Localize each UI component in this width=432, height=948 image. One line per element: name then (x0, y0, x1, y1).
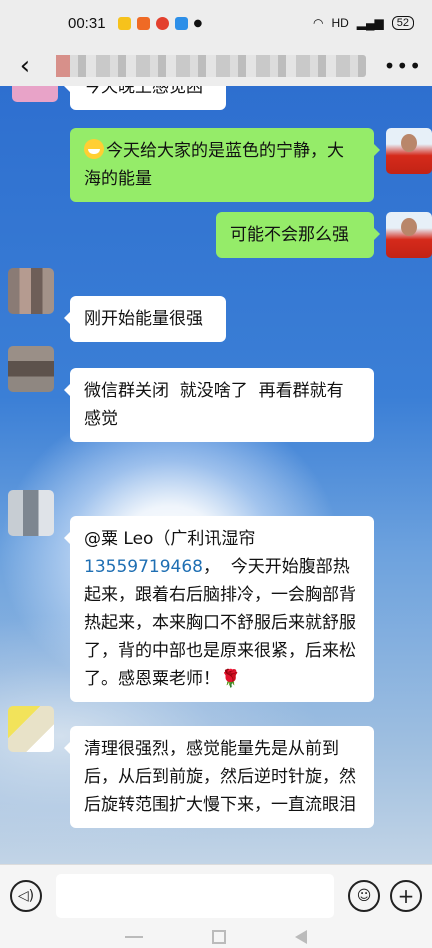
menu-nav-icon[interactable] (124, 936, 143, 938)
message-input-bar: ◁) ☺ + (0, 864, 432, 926)
message-text: 今天给大家的是蓝色的宁静，大海的能量 (84, 141, 344, 189)
more-options-button[interactable]: ••• (384, 54, 422, 78)
plus-icon[interactable]: + (390, 879, 422, 912)
sender-avatar[interactable] (8, 706, 54, 752)
wifi-icon: ◠ (312, 16, 324, 30)
star-app-icon (117, 16, 131, 30)
grinning-face-icon (84, 139, 104, 159)
battery-level: 52 (391, 16, 414, 30)
status-notification-icons: ● (117, 16, 203, 30)
back-nav-icon[interactable] (295, 930, 308, 944)
phone-number-link[interactable]: 13559719468 (84, 557, 203, 577)
status-right: ◠ HD ▂▄▆ 52 (313, 16, 414, 30)
system-nav-bar (0, 926, 432, 948)
self-avatar[interactable] (386, 212, 432, 258)
chat-message-list[interactable]: 今天晚上感觉困 今天给大家的是蓝色的宁静，大海的能量 可能不会那么强 刚开始能量… (0, 86, 432, 864)
mention-text[interactable]: @粟 Leo（广利讯湿帘 (84, 529, 255, 549)
message-bubble[interactable]: 可能不会那么强 (216, 212, 380, 258)
sender-avatar[interactable] (8, 346, 54, 392)
message-bubble[interactable]: 微信群关闭 就没啥了 再看群就有感觉 (64, 368, 374, 442)
message-bubble[interactable]: @粟 Leo（广利讯湿帘 13559719468， 今天开始腹部热起来，跟着右后… (64, 516, 374, 702)
news-app-icon (136, 16, 150, 30)
sender-avatar[interactable] (12, 86, 58, 102)
self-avatar[interactable] (386, 128, 432, 174)
sender-avatar[interactable] (8, 268, 54, 314)
signal-icon: ▂▄▆ (356, 16, 384, 30)
smiley-icon[interactable]: ☺ (348, 879, 380, 912)
network-type: HD (331, 16, 349, 30)
message-bubble[interactable]: 今天晚上感觉困 (64, 86, 226, 110)
chat-title-bar: ‹ ••• (0, 46, 432, 86)
rose-icon: 🌹 (220, 669, 242, 689)
home-nav-icon[interactable] (211, 930, 226, 944)
chat-title-blurred (56, 55, 366, 77)
message-bubble[interactable]: 今天给大家的是蓝色的宁静，大海的能量 (70, 128, 380, 202)
map-app-icon (174, 16, 188, 30)
status-time: 00:31 (68, 14, 106, 32)
back-button[interactable]: ‹ (10, 51, 40, 81)
status-bar: 00:31 ● ◠ HD ▂▄▆ 52 (0, 0, 432, 46)
weibo-app-icon (155, 16, 169, 30)
sender-avatar[interactable] (8, 490, 54, 536)
message-bubble[interactable]: 清理很强烈，感觉能量先是从前到后，从后到前旋，然后逆时针旋，然后旋转范围扩大慢下… (64, 726, 374, 828)
message-input[interactable] (56, 873, 334, 918)
message-bubble[interactable]: 刚开始能量很强 (64, 296, 226, 342)
voice-icon[interactable]: ◁) (10, 879, 42, 912)
more-notifications-icon: ● (193, 17, 203, 29)
